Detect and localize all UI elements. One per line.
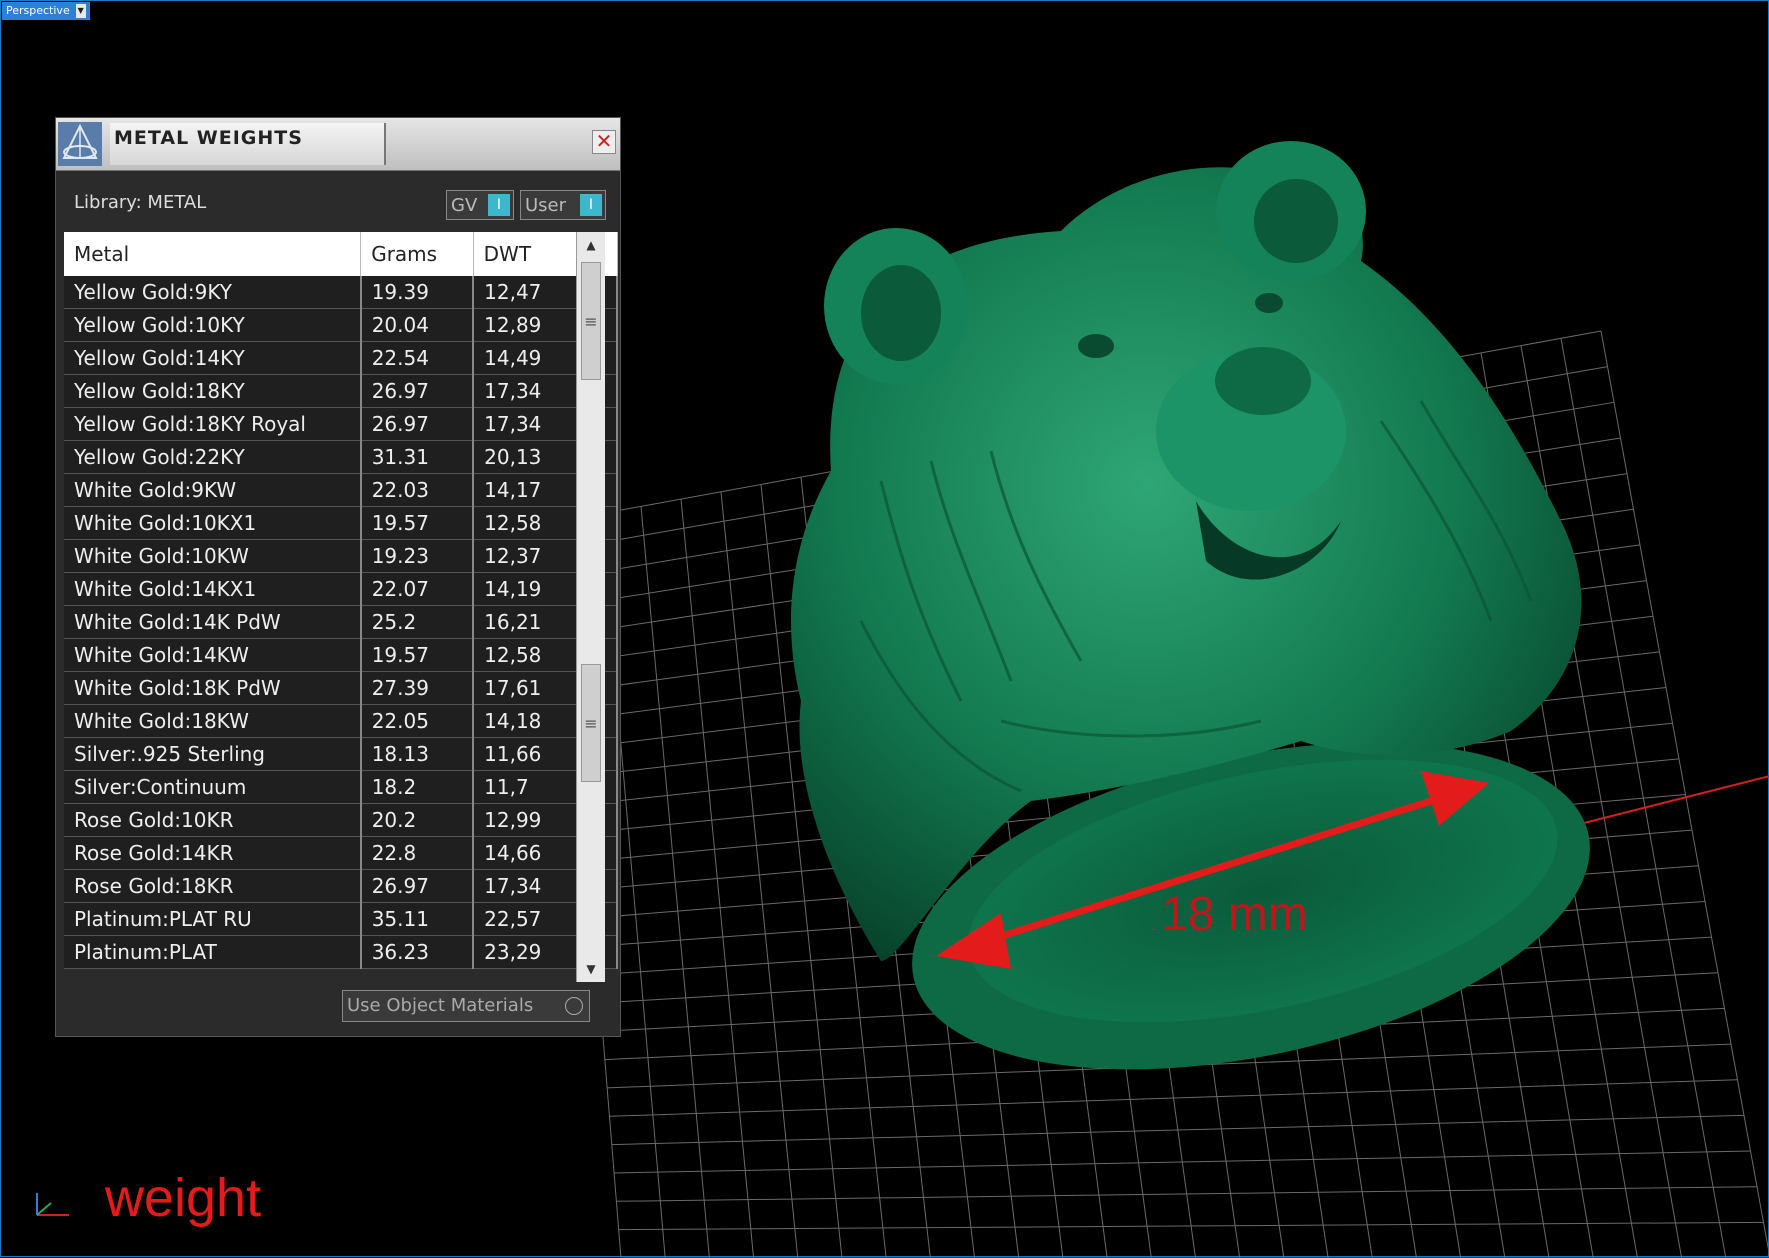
column-header-metal[interactable]: Metal [64, 232, 362, 276]
table-header-row: Metal Grams DWT [64, 232, 618, 276]
panel-header[interactable]: METAL WEIGHTS ✕ [56, 118, 620, 171]
cell-grams: 19.39 [360, 276, 475, 309]
table-row[interactable]: Yellow Gold:10KY 20.04 12,89 [64, 308, 618, 342]
table-row[interactable]: White Gold:14K PdW 25.2 16,21 [64, 605, 618, 639]
cell-metal: Platinum:PLAT [64, 935, 362, 969]
weight-annotation: weight [105, 1168, 262, 1228]
table-scrollbar[interactable]: ▲ ≡ ≡ ▼ [576, 232, 605, 982]
cell-metal: Silver:.925 Sterling [64, 737, 362, 771]
cell-metal: White Gold:14KW [64, 638, 362, 672]
cell-metal: White Gold:18K PdW [64, 671, 362, 705]
cell-metal: Rose Gold:10KR [64, 803, 362, 837]
table-row[interactable]: Yellow Gold:18KY Royal 26.97 17,34 [64, 407, 618, 441]
cell-grams: 22.05 [360, 704, 475, 738]
cell-grams: 19.57 [360, 506, 475, 540]
viewport-label-text: Perspective [6, 4, 70, 17]
use-object-materials-label: Use Object Materials [347, 995, 534, 1016]
cell-metal: Yellow Gold:10KY [64, 308, 362, 342]
table-row[interactable]: Rose Gold:10KR 20.2 12,99 [64, 803, 618, 837]
radio-icon [565, 997, 583, 1015]
table-row[interactable]: Rose Gold:14KR 22.8 14,66 [64, 836, 618, 870]
table-row[interactable]: Yellow Gold:18KY 26.97 17,34 [64, 374, 618, 408]
table-row[interactable]: Platinum:PLAT 36.23 23,29 [64, 935, 618, 969]
cell-metal: Yellow Gold:9KY [64, 276, 362, 309]
toggle-knob-icon: I [488, 194, 510, 216]
library-label: Library: METAL [74, 192, 207, 213]
cell-metal: Yellow Gold:18KY [64, 374, 362, 408]
viewport-label[interactable]: Perspective ▼ [2, 2, 90, 20]
scroll-thumb[interactable]: ≡ [581, 664, 601, 782]
cell-grams: 22.54 [360, 341, 475, 375]
cell-grams: 26.97 [360, 407, 475, 441]
table-row[interactable]: White Gold:18KW 22.05 14,18 [64, 704, 618, 738]
cell-metal: White Gold:18KW [64, 704, 362, 738]
metal-weights-panel: METAL WEIGHTS ✕ Library: METAL GV I User… [55, 117, 621, 1037]
cell-metal: Rose Gold:14KR [64, 836, 362, 870]
gv-toggle[interactable]: GV I [446, 190, 514, 220]
cell-grams: 31.31 [360, 440, 475, 474]
cell-metal: Rose Gold:18KR [64, 869, 362, 903]
cell-grams: 20.04 [360, 308, 475, 342]
scroll-thumb[interactable]: ≡ [581, 262, 601, 380]
cell-grams: 35.11 [360, 902, 475, 936]
cell-grams: 19.23 [360, 539, 475, 573]
app-logo-icon [58, 122, 102, 166]
table-row[interactable]: White Gold:14KX1 22.07 14,19 [64, 572, 618, 606]
metal-table: Metal Grams DWT Yellow Gold:9KY 19.39 12,4… [64, 232, 618, 982]
cell-metal: White Gold:14K PdW [64, 605, 362, 639]
cell-metal: Silver:Continuum [64, 770, 362, 804]
table-row[interactable]: Yellow Gold:9KY 19.39 12,47 [64, 276, 618, 309]
table-row[interactable]: Yellow Gold:14KY 22.54 14,49 [64, 341, 618, 375]
cell-grams: 20.2 [360, 803, 475, 837]
user-toggle-label: User [525, 194, 567, 216]
cell-grams: 22.8 [360, 836, 475, 870]
use-object-materials-button[interactable]: Use Object Materials [342, 990, 590, 1022]
cell-grams: 36.23 [360, 935, 475, 969]
table-row[interactable]: Platinum:PLAT RU 35.11 22,57 [64, 902, 618, 936]
scroll-down-icon[interactable]: ▼ [577, 956, 605, 982]
cell-grams: 22.07 [360, 572, 475, 606]
table-row[interactable]: Silver:.925 Sterling 18.13 11,66 [64, 737, 618, 771]
table-row[interactable]: Silver:Continuum 18.2 11,7 [64, 770, 618, 804]
user-toggle[interactable]: User I [520, 190, 606, 220]
table-row[interactable]: White Gold:9KW 22.03 14,17 [64, 473, 618, 507]
axis-gizmo-icon [36, 1193, 69, 1216]
cell-grams: 19.57 [360, 638, 475, 672]
3d-viewport[interactable]: Perspective ▼ 18 mm METAL WEIGHTS ✕ Libr… [0, 0, 1769, 1258]
cell-metal: White Gold:9KW [64, 473, 362, 507]
cell-metal: White Gold:10KW [64, 539, 362, 573]
panel-title: METAL WEIGHTS [110, 123, 386, 165]
gv-toggle-label: GV [451, 194, 478, 216]
cell-grams: 18.2 [360, 770, 475, 804]
table-row[interactable]: White Gold:10KW 19.23 12,37 [64, 539, 618, 573]
table-row[interactable]: Rose Gold:18KR 26.97 17,34 [64, 869, 618, 903]
ring-model[interactable] [791, 141, 1620, 1124]
cell-metal: Yellow Gold:18KY Royal [64, 407, 362, 441]
table-row[interactable]: White Gold:10KX1 19.57 12,58 [64, 506, 618, 540]
table-row[interactable]: White Gold:18K PdW 27.39 17,61 [64, 671, 618, 705]
cell-metal: Platinum:PLAT RU [64, 902, 362, 936]
cell-grams: 25.2 [360, 605, 475, 639]
cell-grams: 27.39 [360, 671, 475, 705]
table-row[interactable]: Yellow Gold:22KY 31.31 20,13 [64, 440, 618, 474]
scroll-up-icon[interactable]: ▲ [577, 232, 605, 258]
cell-metal: White Gold:14KX1 [64, 572, 362, 606]
cell-metal: White Gold:10KX1 [64, 506, 362, 540]
cell-grams: 26.97 [360, 374, 475, 408]
chevron-down-icon[interactable]: ▼ [75, 4, 86, 18]
cell-grams: 18.13 [360, 737, 475, 771]
cell-grams: 26.97 [360, 869, 475, 903]
cell-metal: Yellow Gold:22KY [64, 440, 362, 474]
close-icon[interactable]: ✕ [592, 130, 616, 154]
column-header-grams[interactable]: Grams [360, 232, 474, 276]
cell-grams: 22.03 [360, 473, 475, 507]
dimension-label: 18 mm [1161, 888, 1308, 941]
cell-metal: Yellow Gold:14KY [64, 341, 362, 375]
table-row[interactable]: White Gold:14KW 19.57 12,58 [64, 638, 618, 672]
toggle-knob-icon: I [580, 194, 602, 216]
library-row: Library: METAL GV I User I [74, 188, 606, 224]
